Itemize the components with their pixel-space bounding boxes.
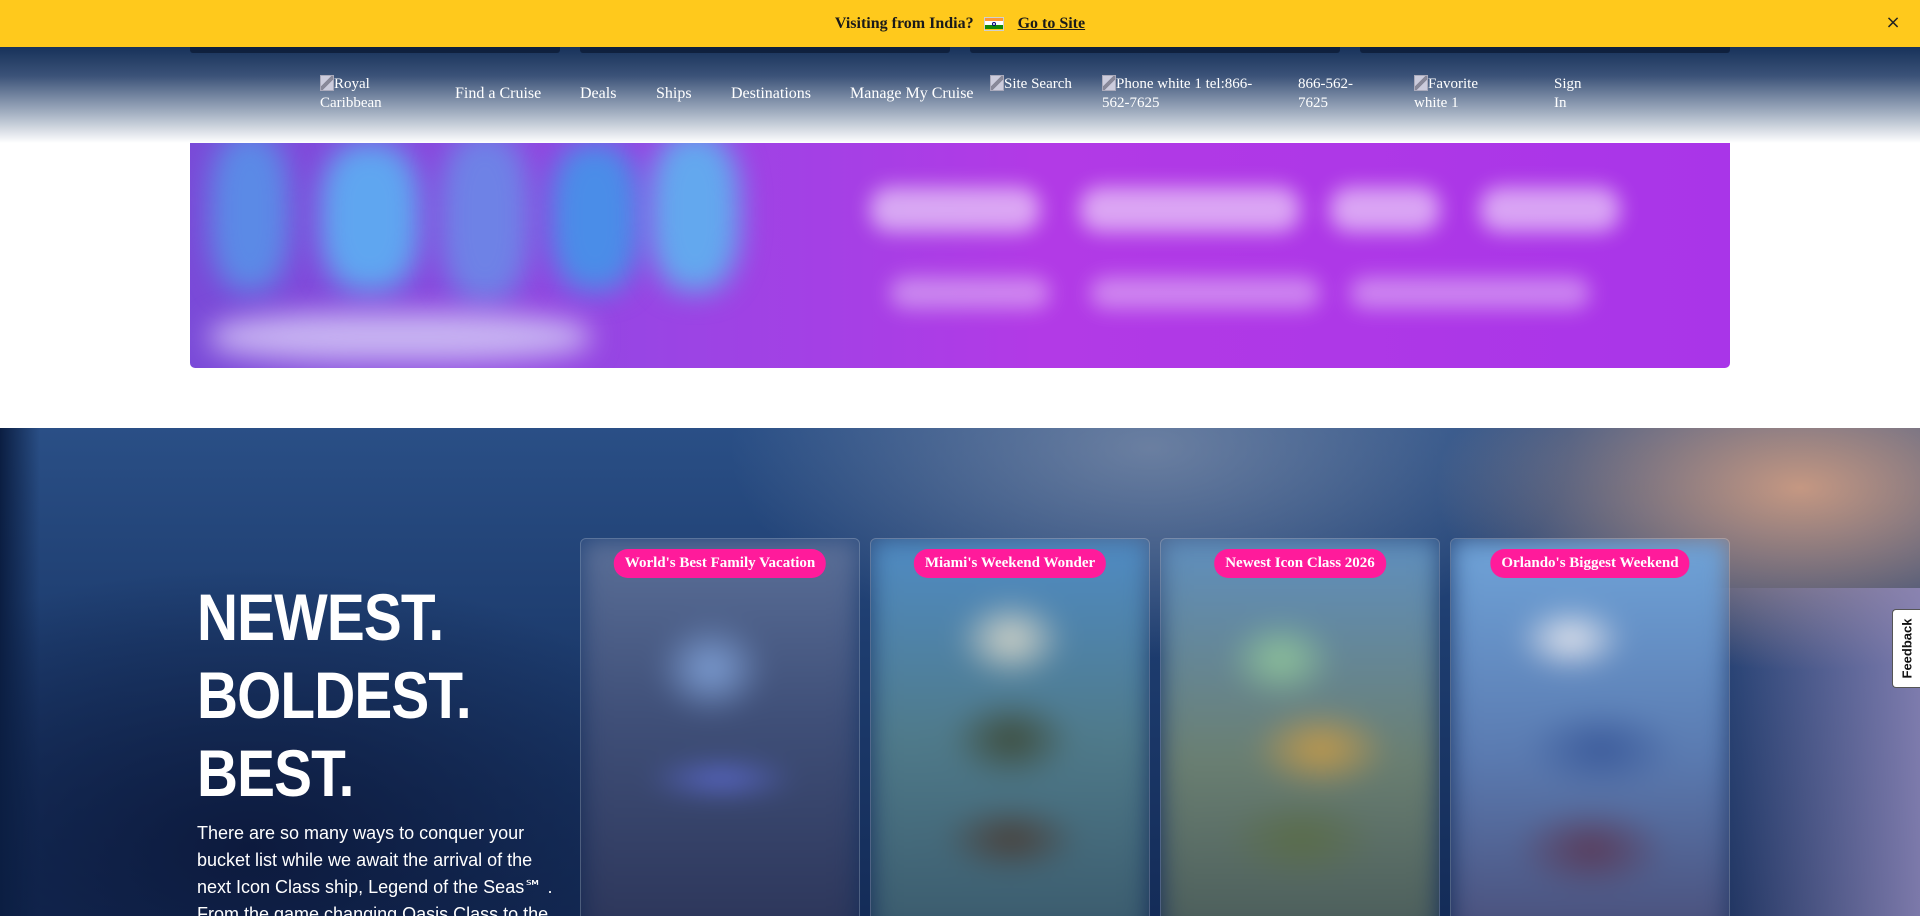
geo-banner-message: Visiting from India? xyxy=(834,14,974,32)
go-to-site-link[interactable]: Go to Site xyxy=(1018,15,1086,33)
promo-banner[interactable] xyxy=(190,112,1730,368)
ship-card-family-vacation[interactable]: World's Best Family Vacation xyxy=(580,538,860,916)
sign-in-link[interactable]: Sign In xyxy=(1554,75,1590,113)
headline-line-2: BOLDEST. xyxy=(197,658,472,732)
promo-blur-text xyxy=(1330,187,1440,232)
main-nav: Royal Caribbean Find a Cruise Deals Ship… xyxy=(0,47,1920,143)
hero-edge-glow xyxy=(1700,588,1920,916)
broken-image-icon xyxy=(990,75,1004,91)
card-image xyxy=(871,539,1149,916)
phone-icon[interactable]: Phone white 1 tel:866-562-7625 xyxy=(1102,75,1272,113)
promo-blur-text xyxy=(1350,277,1590,309)
feedback-tab[interactable]: Feedback xyxy=(1892,609,1920,688)
promo-blur-text xyxy=(1080,187,1300,232)
promo-blur-shape xyxy=(440,132,530,302)
ship-card-orlando-weekend[interactable]: Orlando's Biggest Weekend xyxy=(1450,538,1730,916)
search-icon[interactable]: Site Search xyxy=(990,75,1075,94)
hero-body-text: There are so many ways to conquer your b… xyxy=(197,823,553,916)
promo-blur-shape xyxy=(650,132,740,292)
hero-section: NEWEST. BOLDEST. BEST. There are so many… xyxy=(0,428,1920,916)
royal-caribbean-logo[interactable]: Royal Caribbean xyxy=(320,75,410,113)
nav-find-a-cruise[interactable]: Find a Cruise xyxy=(455,85,541,103)
site-header: Royal Caribbean Find a Cruise Deals Ship… xyxy=(0,47,1920,143)
nav-destinations[interactable]: Destinations xyxy=(731,85,811,103)
search-alt-text: Site Search xyxy=(1004,76,1072,92)
nav-deals[interactable]: Deals xyxy=(580,85,616,103)
hero-headline: NEWEST. BOLDEST. BEST. xyxy=(197,578,524,812)
card-image xyxy=(1451,539,1729,916)
headline-line-3: BEST. xyxy=(197,736,354,810)
broken-image-icon xyxy=(1414,75,1428,91)
card-tag: Miami's Weekend Wonder xyxy=(913,549,1107,578)
headline-line-1: NEWEST. xyxy=(197,580,444,654)
card-image xyxy=(1161,539,1439,916)
phone-number-link[interactable]: 866-562-7625 xyxy=(1298,75,1368,113)
promo-blur-text xyxy=(1090,277,1320,309)
promo-blur-shape xyxy=(550,142,640,292)
nav-ships[interactable]: Ships xyxy=(656,85,692,103)
feedback-label: Feedback xyxy=(1899,618,1915,679)
hero-edge-shade xyxy=(0,428,40,916)
close-icon[interactable]: × xyxy=(1882,12,1904,34)
broken-image-icon xyxy=(1102,75,1116,91)
promo-blur-shape xyxy=(210,132,290,292)
card-image xyxy=(581,539,859,916)
card-tag: World's Best Family Vacation xyxy=(613,549,827,578)
geo-redirect-banner: Visiting from India? Go to Site × xyxy=(0,0,1920,47)
nav-manage-my-cruise[interactable]: Manage My Cruise xyxy=(850,85,974,103)
favorite-icon[interactable]: Favorite white 1 xyxy=(1414,75,1509,113)
ship-card-miami-weekend[interactable]: Miami's Weekend Wonder xyxy=(870,538,1150,916)
promo-blur-text xyxy=(870,187,1040,232)
card-tag: Newest Icon Class 2026 xyxy=(1214,549,1386,578)
promo-blur-text xyxy=(1480,187,1620,232)
promo-blur-shape xyxy=(320,142,420,292)
phone-alt-text: Phone white 1 tel:866-562-7625 xyxy=(1102,76,1253,111)
promo-blur-text xyxy=(890,277,1050,309)
broken-image-icon xyxy=(320,75,334,91)
card-tag: Orlando's Biggest Weekend xyxy=(1490,549,1690,578)
ship-card-icon-class[interactable]: Newest Icon Class 2026 xyxy=(1160,538,1440,916)
india-flag-icon xyxy=(983,16,1004,31)
promo-blur-shape xyxy=(210,312,590,362)
